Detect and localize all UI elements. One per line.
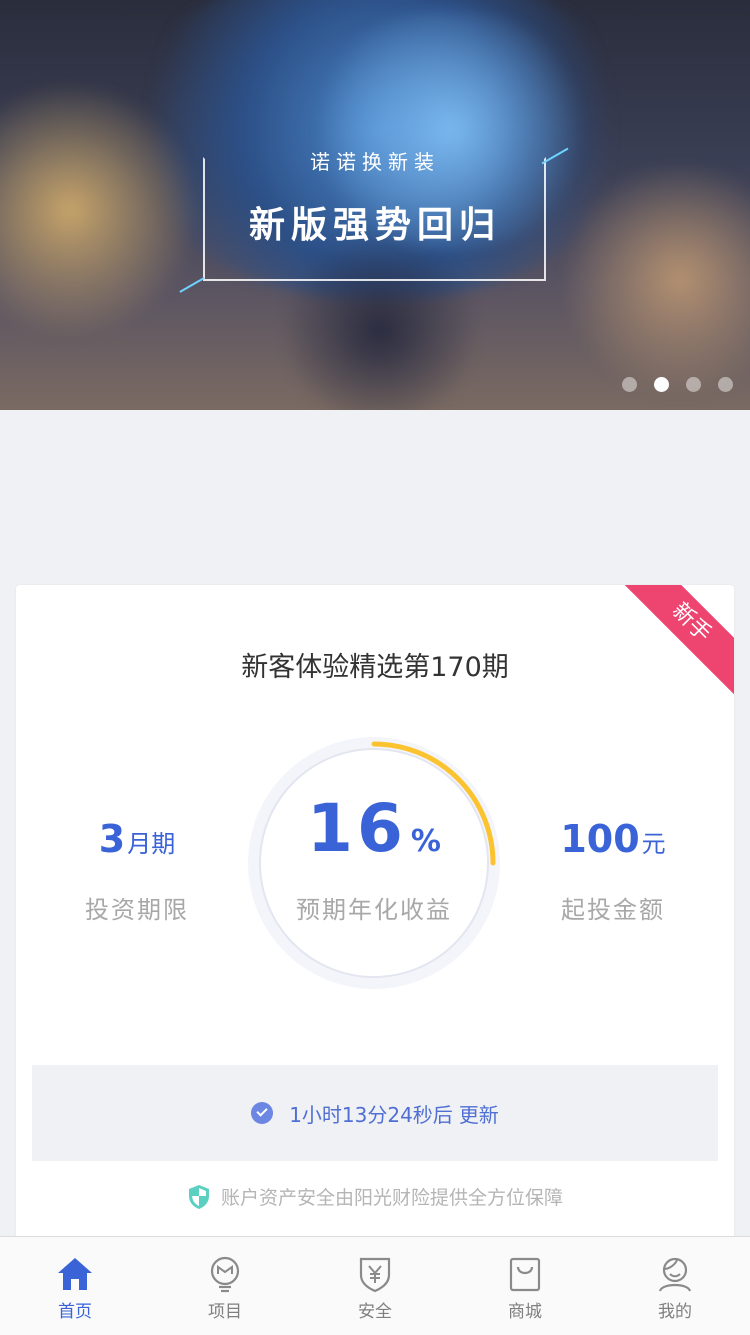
term-label: 投资期限 [85,896,189,924]
tab-label: 我的 [658,1302,692,1322]
carousel-dot-active[interactable] [654,377,669,392]
user-icon [658,1257,692,1292]
term-unit: 月期 [127,830,176,858]
clock-icon [251,1102,274,1124]
shield-yen-icon [359,1257,391,1293]
tab-mine[interactable]: 我的 [600,1237,750,1335]
banner-subtitle: 诺诺换新装 [310,150,440,174]
shield-icon [188,1184,209,1209]
shopping-bag-icon [509,1257,541,1292]
rate-label: 预期年化收益 [296,896,452,924]
update-text: 更新 [458,1102,499,1127]
promo-banner[interactable]: 诺诺换新装 新版强势回归 [0,0,750,410]
tab-label: 商城 [508,1302,542,1322]
decor-line [179,277,205,293]
annual-rate: 16% [246,790,502,867]
min-amount-label: 起投金额 [561,896,665,924]
product-card[interactable]: 新手 新客体验精选第170期 16% 预期年化收益 3月期 投资期限 100元 … [16,585,734,1265]
tab-mall[interactable]: 商城 [450,1237,600,1335]
bottom-tab-bar: 首页 项目 安全 商城 我的 [0,1236,750,1335]
min-value: 100 [560,817,640,861]
tab-security[interactable]: 安全 [300,1237,450,1335]
carousel-indicator[interactable] [622,377,733,392]
term-value-group: 3月期 [22,817,252,861]
carousel-dot[interactable] [686,377,701,392]
carousel-dot[interactable] [718,377,733,392]
tab-label: 安全 [358,1302,392,1322]
countdown-text: 1小时13分24秒后 [289,1102,453,1127]
home-icon [58,1258,92,1290]
countdown-button[interactable]: 1小时13分24秒后 更新 [32,1065,718,1161]
carousel-dot[interactable] [622,377,637,392]
rate-unit: % [410,824,441,859]
term-value: 3 [98,817,126,861]
tab-projects[interactable]: 项目 [150,1237,300,1335]
min-unit: 元 [641,830,666,858]
product-title: 新客体验精选第170期 [241,652,509,683]
safety-text: 账户资产安全由阳光财险提供全方位保障 [220,1187,563,1209]
lightbulb-icon [210,1256,240,1293]
tab-label: 首页 [58,1302,92,1322]
tab-label: 项目 [208,1302,242,1322]
min-amount-group: 100元 [498,817,728,861]
tab-home[interactable]: 首页 [0,1237,150,1335]
safety-notice: 账户资产安全由阳光财险提供全方位保障 [16,1183,734,1210]
rate-value: 16 [307,790,407,867]
banner-title: 新版强势回归 [248,204,501,246]
